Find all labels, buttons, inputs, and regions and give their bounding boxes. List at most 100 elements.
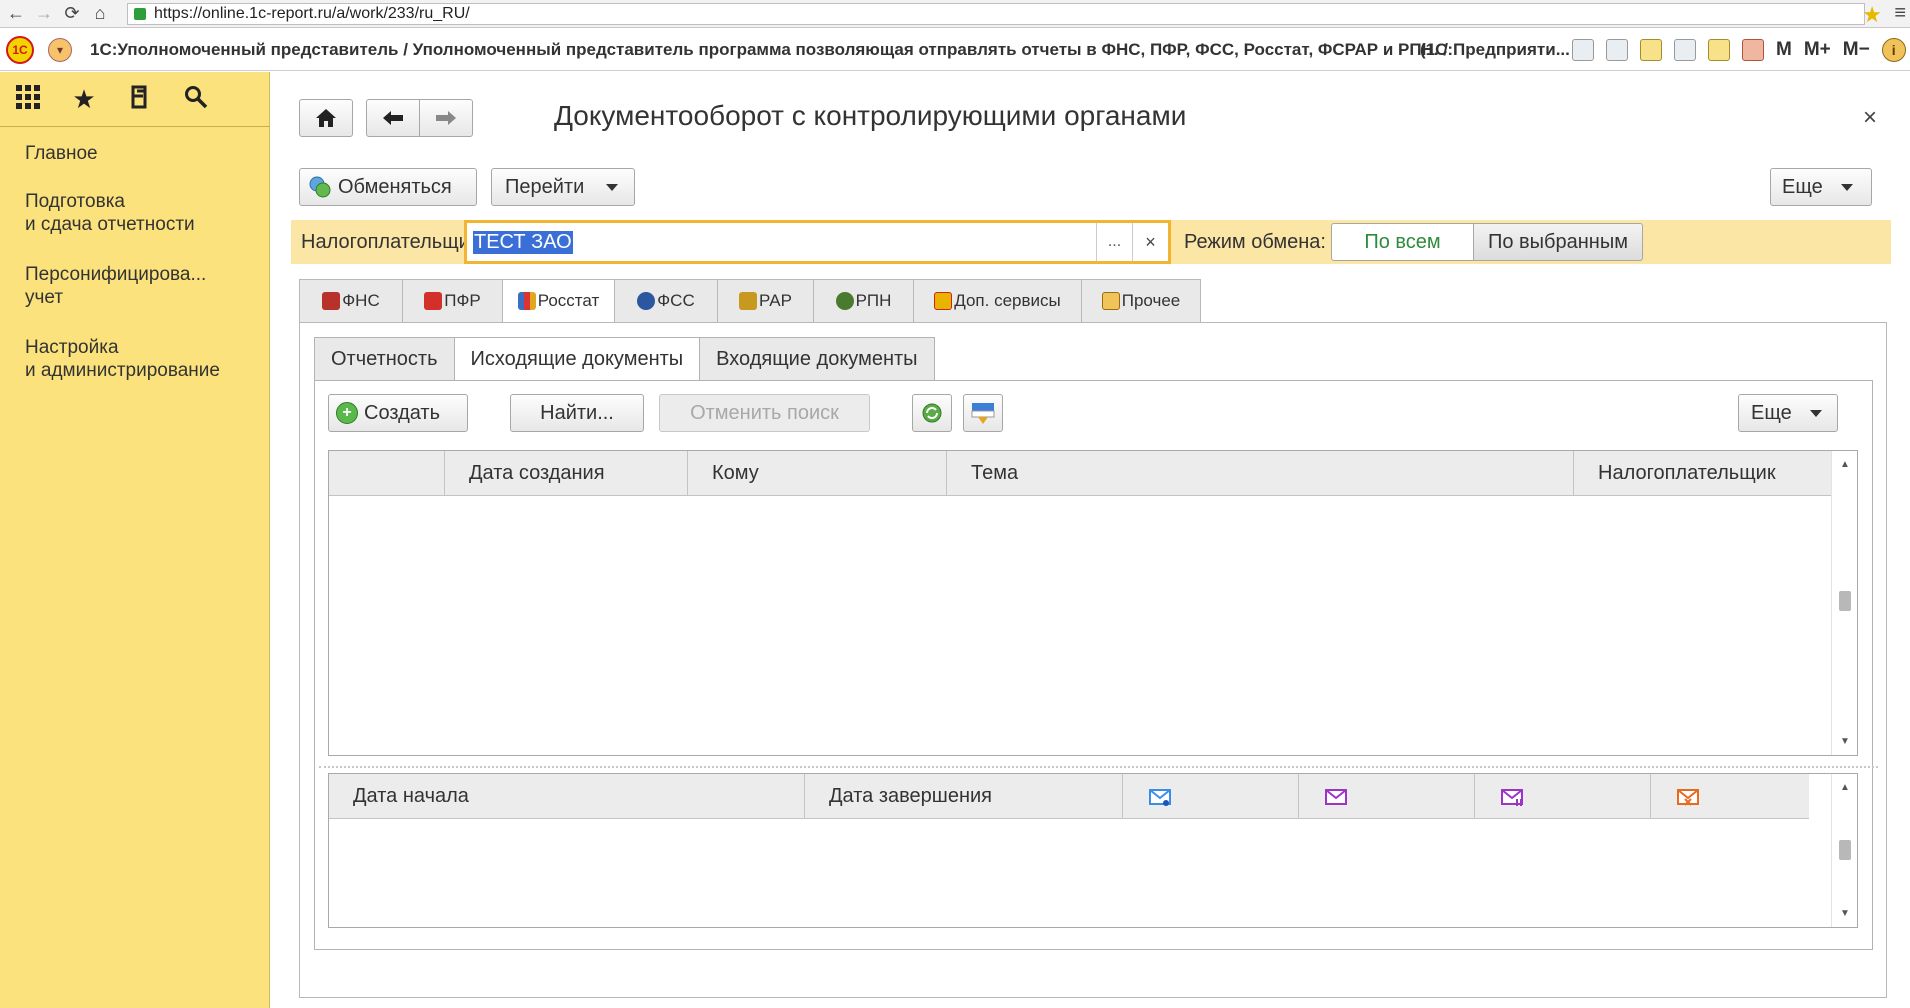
tab-incoming-documents[interactable]: Входящие документы	[699, 337, 935, 381]
memory-m-button[interactable]: M	[1776, 39, 1792, 61]
lock-icon	[134, 8, 146, 20]
save-icon[interactable]	[1572, 39, 1594, 61]
splitter[interactable]	[319, 766, 1878, 768]
report-settings-button[interactable]	[963, 394, 1003, 432]
documents-table: Дата создания Кому Тема Налогоплательщик…	[328, 450, 1858, 756]
tab-reporting[interactable]: Отчетность	[314, 337, 454, 381]
pfr-logo-icon	[424, 292, 443, 310]
tab-outgoing-documents[interactable]: Исходящие документы	[453, 337, 700, 381]
sidebar-item-settings[interactable]: Настройка и администрирование	[0, 309, 269, 382]
calculator-icon[interactable]	[1708, 39, 1730, 61]
find-button[interactable]: Найти...	[510, 394, 644, 432]
taxpayer-input[interactable]: ТЕСТ ЗАО ... ×	[464, 220, 1171, 264]
envelope-received-icon	[1325, 788, 1347, 805]
column-sent[interactable]	[1123, 774, 1299, 819]
documents-scrollbar[interactable]: ▲ ▼	[1831, 451, 1857, 755]
forward-button[interactable]	[419, 99, 473, 137]
taxpayer-select-button[interactable]: ...	[1096, 223, 1132, 261]
home-button[interactable]	[299, 99, 353, 137]
app-title-bar: 1С ▾ 1С:Уполномоченный представитель / У…	[0, 29, 1910, 71]
mode-all-button[interactable]: По всем	[1331, 223, 1474, 261]
column-start-date[interactable]: Дата начала	[329, 774, 805, 819]
toolbar-more-button[interactable]: Еще	[1738, 394, 1838, 432]
tab-label: Росстат	[537, 291, 600, 310]
browser-menu-icon[interactable]: ≡	[1894, 2, 1906, 25]
cycles-table: Дата начала Дата завершения ▲ ▼	[328, 773, 1858, 928]
taxpayer-row: Налогоплательщик: ТЕСТ ЗАО ... × Режим о…	[291, 220, 1891, 264]
column-status[interactable]	[329, 451, 445, 496]
tab-label: Прочее	[1121, 291, 1181, 310]
bookmark-star-icon[interactable]: ★	[1862, 2, 1882, 28]
page-title: Документооборот с контролирующими органа…	[554, 100, 1187, 131]
column-taxpayer[interactable]: Налогоплательщик	[1574, 451, 1833, 496]
close-icon[interactable]: ×	[1863, 104, 1877, 132]
more-label: Еще	[1782, 175, 1823, 198]
app-title: 1С:Уполномоченный представитель / Уполно…	[90, 39, 1449, 59]
scroll-thumb[interactable]	[1839, 840, 1851, 860]
more-dropdown-button[interactable]: Еще	[1770, 168, 1872, 206]
favorites-star-icon[interactable]: ★	[70, 85, 98, 113]
favorites-icon[interactable]	[1674, 39, 1696, 61]
search-icon[interactable]	[182, 85, 210, 114]
apps-grid-icon[interactable]	[14, 84, 42, 115]
tab-fss[interactable]: ФСС	[614, 279, 717, 323]
taxpayer-clear-button[interactable]: ×	[1132, 223, 1168, 261]
tab-rar[interactable]: РАР	[717, 279, 813, 323]
fss-emblem-icon	[637, 292, 656, 310]
reload-icon[interactable]: ⟳	[60, 2, 84, 26]
main-content: Документооборот с контролирующими органа…	[271, 72, 1910, 1008]
tab-pfr[interactable]: ПФР	[402, 279, 502, 323]
authority-tabs: ФНС ПФР Росстат ФСС РАР РПН Доп. сервисы	[299, 279, 1201, 323]
1c-services-icon	[934, 292, 953, 310]
column-subject[interactable]: Тема	[947, 451, 1574, 496]
tab-rpn[interactable]: РПН	[813, 279, 913, 323]
tab-other[interactable]: Прочее	[1081, 279, 1201, 323]
mail-other-icon	[1101, 292, 1120, 310]
url-field[interactable]: https://online.1c-report.ru/a/work/233/r…	[127, 3, 1865, 25]
envelope-processed-icon	[1501, 788, 1523, 806]
exchange-button[interactable]: Обменяться	[299, 168, 477, 206]
tab-extra-services[interactable]: Доп. сервисы	[913, 279, 1081, 323]
back-arrow-icon[interactable]: ←	[4, 2, 28, 26]
go-label: Перейти	[505, 175, 585, 198]
column-error[interactable]	[1651, 774, 1809, 819]
fns-emblem-icon	[322, 292, 341, 310]
tab-label: ФНС	[342, 291, 380, 310]
home-icon[interactable]: ⌂	[88, 2, 112, 26]
column-received[interactable]	[1299, 774, 1475, 819]
scroll-thumb[interactable]	[1839, 591, 1851, 611]
main-menu-icon[interactable]: ▾	[48, 37, 72, 62]
home-icon	[316, 109, 336, 127]
scroll-down-icon[interactable]: ▼	[1840, 736, 1850, 747]
sidebar-item-reporting[interactable]: Подготовка и сдача отчетности	[0, 165, 269, 236]
history-icon[interactable]	[126, 84, 154, 115]
sidebar-item-main[interactable]: Главное	[0, 127, 269, 165]
go-dropdown-button[interactable]: Перейти	[491, 168, 635, 206]
plus-icon: +	[336, 402, 358, 424]
column-to[interactable]: Кому	[688, 451, 947, 496]
tab-fns[interactable]: ФНС	[299, 279, 402, 323]
refresh-button[interactable]	[912, 394, 952, 432]
column-created-date[interactable]: Дата создания	[445, 451, 688, 496]
memory-plus-button[interactable]: M+	[1804, 39, 1831, 61]
taxpayer-value: ТЕСТ ЗАО	[473, 231, 573, 254]
scroll-up-icon[interactable]: ▲	[1840, 782, 1850, 793]
info-icon[interactable]: i	[1881, 38, 1906, 62]
mode-selected-button[interactable]: По выбранным	[1473, 223, 1643, 261]
forward-arrow-icon[interactable]: →	[32, 2, 56, 26]
back-button[interactable]	[366, 99, 420, 137]
scroll-down-icon[interactable]: ▼	[1840, 908, 1850, 919]
column-processed[interactable]	[1475, 774, 1651, 819]
calendar-icon[interactable]	[1742, 39, 1764, 61]
scroll-up-icon[interactable]: ▲	[1840, 459, 1850, 470]
tab-rosstat[interactable]: Росстат	[502, 279, 614, 323]
sidebar-item-personal-accounting[interactable]: Персонифицирова... учет	[0, 236, 269, 309]
column-end-date[interactable]: Дата завершения	[805, 774, 1123, 819]
favorites-add-icon[interactable]	[1640, 39, 1662, 61]
cancel-search-button[interactable]: Отменить поиск	[659, 394, 870, 432]
create-button[interactable]: + Создать	[328, 394, 468, 432]
cycles-scrollbar[interactable]: ▲ ▼	[1831, 774, 1857, 927]
title-toolbar: M M+ M− i	[1572, 38, 1906, 62]
print-icon[interactable]	[1606, 39, 1628, 61]
memory-minus-button[interactable]: M−	[1843, 39, 1870, 61]
